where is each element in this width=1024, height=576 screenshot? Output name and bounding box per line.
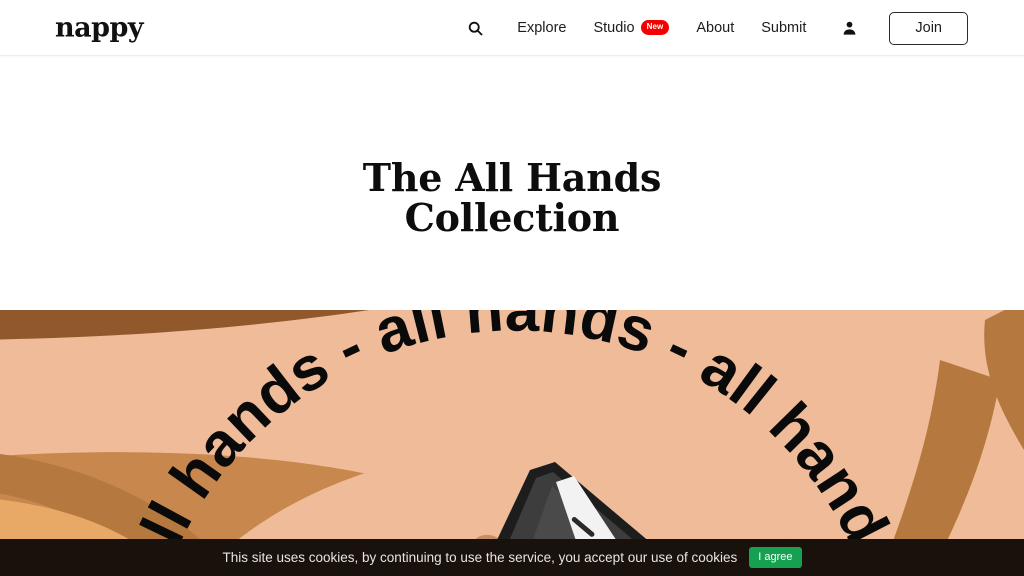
hero-artwork: all hands - all hands - all hands bbox=[0, 310, 1024, 576]
nav-item-submit[interactable]: Submit bbox=[761, 20, 806, 36]
cookie-consent-banner: This site uses cookies, by continuing to… bbox=[0, 539, 1024, 576]
nav-item-explore[interactable]: Explore bbox=[517, 20, 566, 36]
cookie-message: This site uses cookies, by continuing to… bbox=[222, 549, 738, 565]
nav-label-studio: Studio bbox=[593, 20, 635, 36]
user-icon[interactable] bbox=[836, 15, 862, 41]
page-title-line-1: The All Hands bbox=[362, 154, 662, 200]
hero-image: all hands - all hands - all hands bbox=[0, 310, 1024, 576]
page-title: The All Hands Collection bbox=[362, 154, 662, 240]
nav-label-submit: Submit bbox=[761, 20, 807, 36]
nav-item-about[interactable]: About bbox=[696, 20, 734, 36]
site-header: nappy Explore Studio New About Submit Jo… bbox=[0, 0, 1024, 56]
page-title-line-2: Collection bbox=[404, 195, 620, 240]
hero-title-section: The All Hands Collection bbox=[0, 56, 1024, 310]
main-navigation: Explore Studio New About Submit Join bbox=[462, 0, 1024, 56]
join-button[interactable]: Join bbox=[889, 11, 968, 45]
page-root: nappy Explore Studio New About Submit Jo… bbox=[0, 0, 1024, 576]
logo-nappy[interactable]: nappy bbox=[55, 14, 144, 41]
badge-new: New bbox=[640, 19, 670, 35]
search-icon[interactable] bbox=[462, 15, 488, 41]
nav-item-studio[interactable]: Studio New bbox=[593, 19, 670, 36]
cookie-agree-button[interactable]: I agree bbox=[749, 547, 802, 568]
nav-label-about: About bbox=[696, 20, 735, 36]
nav-label-explore: Explore bbox=[517, 20, 567, 36]
